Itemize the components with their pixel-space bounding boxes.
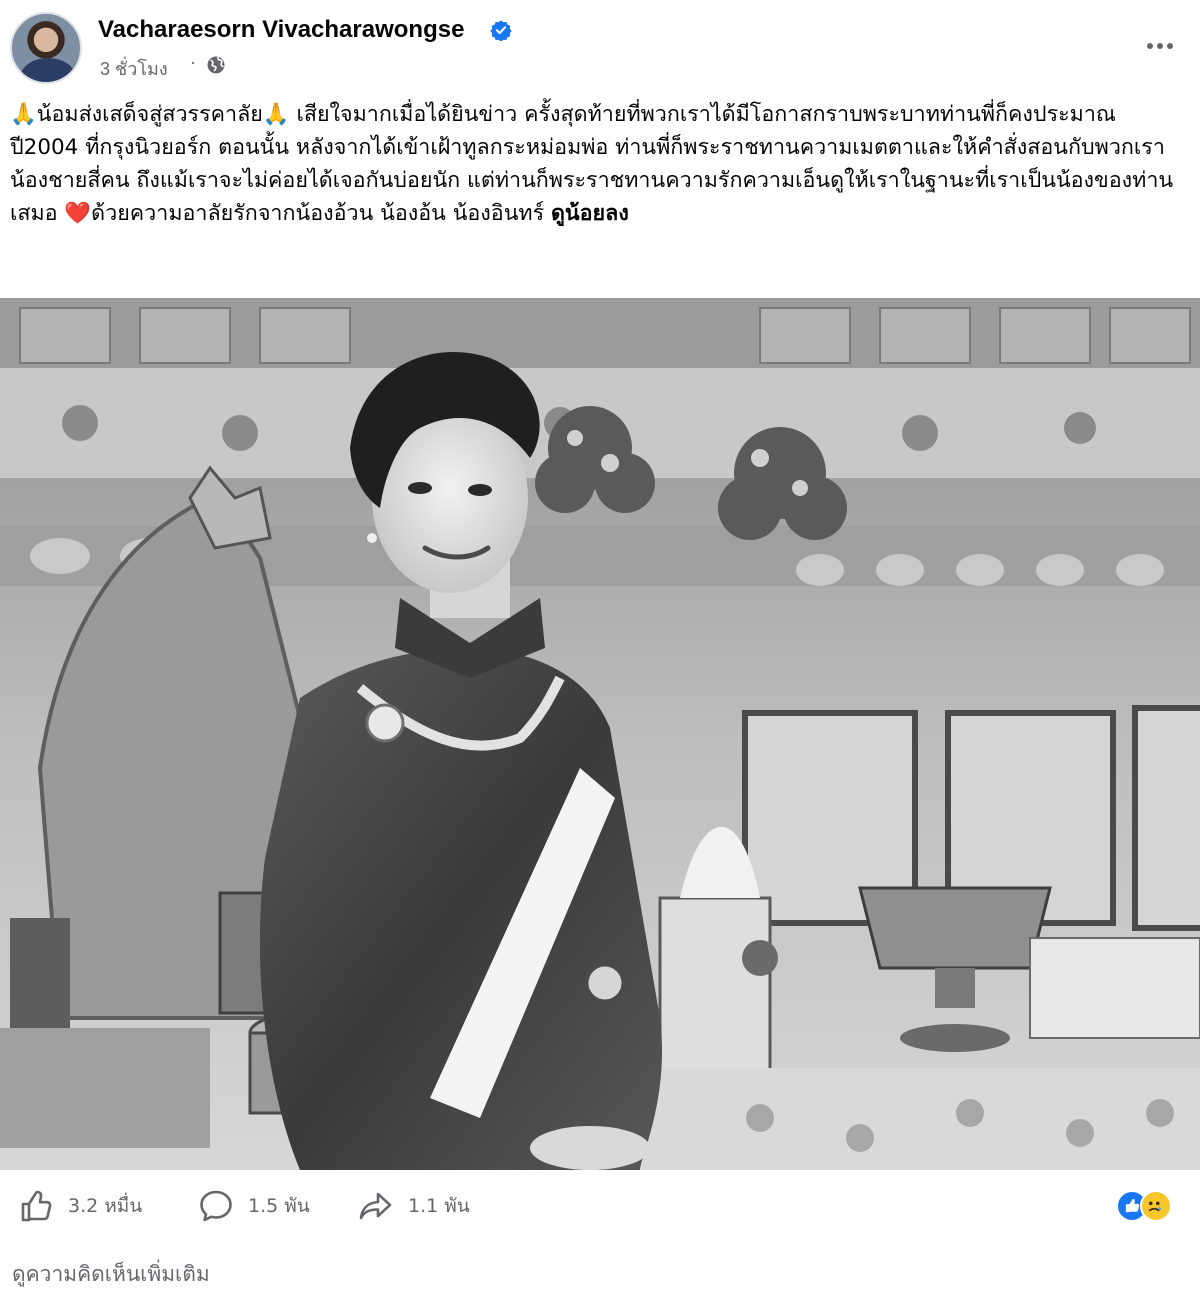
post-action-bar: 3.2 หมื่น 1.5 พัน 1.1 พัน (0, 1176, 1200, 1236)
like-button[interactable]: 3.2 หมื่น (18, 1186, 142, 1226)
author-name[interactable]: Vacharaesorn Vivacharawongse (98, 16, 464, 44)
verified-badge-icon (490, 20, 512, 41)
more-dot (1157, 43, 1163, 49)
see-less-link[interactable]: ดูน้อยลง (551, 201, 629, 226)
portrait-photo (0, 298, 1200, 1170)
share-count: 1.1 พัน (408, 1195, 470, 1217)
view-more-comments-link[interactable]: ดูความคิดเห็นเพิ่มเติม (12, 1258, 210, 1290)
author-avatar[interactable] (10, 12, 82, 84)
more-options-icon[interactable] (1140, 26, 1180, 66)
share-arrow-icon (359, 1192, 392, 1220)
more-dot (1147, 43, 1153, 49)
pray-emoji: 🙏 (262, 102, 290, 127)
post-text: 🙏น้อมส่งเสด็จสู่สวรรคาลัย🙏 เสียใจมากเมื่… (10, 98, 1180, 230)
post-text-part3: ด้วยความอาลัยรักจากน้องอ้วน น้องอ้น น้อง… (91, 201, 551, 226)
share-button[interactable]: 1.1 พัน (358, 1186, 470, 1226)
post-photo[interactable] (0, 298, 1200, 1170)
globe-icon[interactable] (206, 55, 226, 75)
thumbs-up-icon (21, 1190, 52, 1222)
comment-count: 1.5 พัน (248, 1195, 310, 1217)
comment-button[interactable]: 1.5 พัน (198, 1186, 310, 1226)
reactions-summary[interactable] (1116, 1188, 1186, 1224)
sad-reaction-icon (1140, 1190, 1172, 1222)
like-count: 3.2 หมื่น (68, 1195, 143, 1217)
meta-separator: · (190, 52, 196, 72)
heart-emoji: ❤️ (64, 201, 92, 226)
avatar-shoulders (20, 58, 76, 82)
post-text-part1: น้อมส่งเสด็จสู่สวรรคาลัย (36, 102, 263, 127)
more-dot (1167, 43, 1173, 49)
post-timestamp[interactable]: 3 ชั่วโมง (100, 54, 168, 83)
comment-bubble-icon (200, 1190, 232, 1222)
post-header: Vacharaesorn Vivacharawongse 3 ชั่วโมง · (0, 0, 1200, 90)
pray-emoji: 🙏 (10, 102, 37, 127)
